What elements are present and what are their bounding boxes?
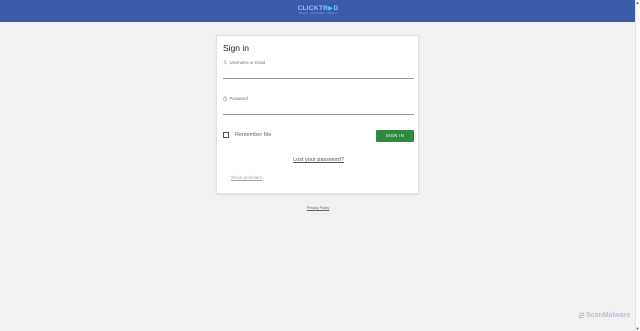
password-input[interactable]	[223, 105, 414, 115]
remember-me[interactable]: Remember Me	[223, 132, 271, 138]
scanmalware-logo-icon	[578, 312, 585, 319]
password-label: Password	[223, 96, 248, 101]
top-bar: CLICKTR▶D TRACK • OPTIMIZE • PROFIT	[0, 0, 635, 22]
lock-icon	[223, 96, 228, 101]
scroll-up-arrow-icon[interactable]: ▲	[635, 0, 640, 5]
site-logo[interactable]: CLICKTR▶D TRACK • OPTIMIZE • PROFIT	[297, 5, 339, 17]
logo-text: CLICKTR	[297, 5, 329, 12]
privacy-policy-link[interactable]: Privacy Policy	[296, 206, 340, 210]
watermark-text: ScanMalware	[586, 312, 631, 319]
user-icon	[223, 60, 228, 65]
remember-me-label[interactable]: Remember Me	[235, 132, 271, 138]
logo-text-tail: D	[333, 5, 339, 12]
lost-password-link[interactable]: Lost your password?	[217, 157, 420, 163]
remember-me-checkbox[interactable]	[223, 132, 229, 138]
scroll-down-arrow-icon[interactable]: ▼	[635, 326, 640, 331]
login-card: Sign in Username or Email Password Remem…	[216, 35, 419, 194]
page-scrollbar[interactable]: ▲ ▼	[635, 0, 640, 331]
show-providers-link[interactable]: Show providers	[231, 175, 262, 180]
logo-tagline: TRACK • OPTIMIZE • PROFIT	[298, 12, 338, 15]
scanmalware-watermark: ScanMalware	[578, 312, 630, 319]
sign-in-button[interactable]: SIGN IN	[376, 130, 414, 142]
password-label-text: Password	[229, 96, 248, 101]
username-input[interactable]	[223, 69, 414, 79]
username-label-text: Username or Email	[229, 60, 266, 65]
page-title: Sign in	[223, 43, 249, 53]
username-label: Username or Email	[223, 60, 265, 65]
